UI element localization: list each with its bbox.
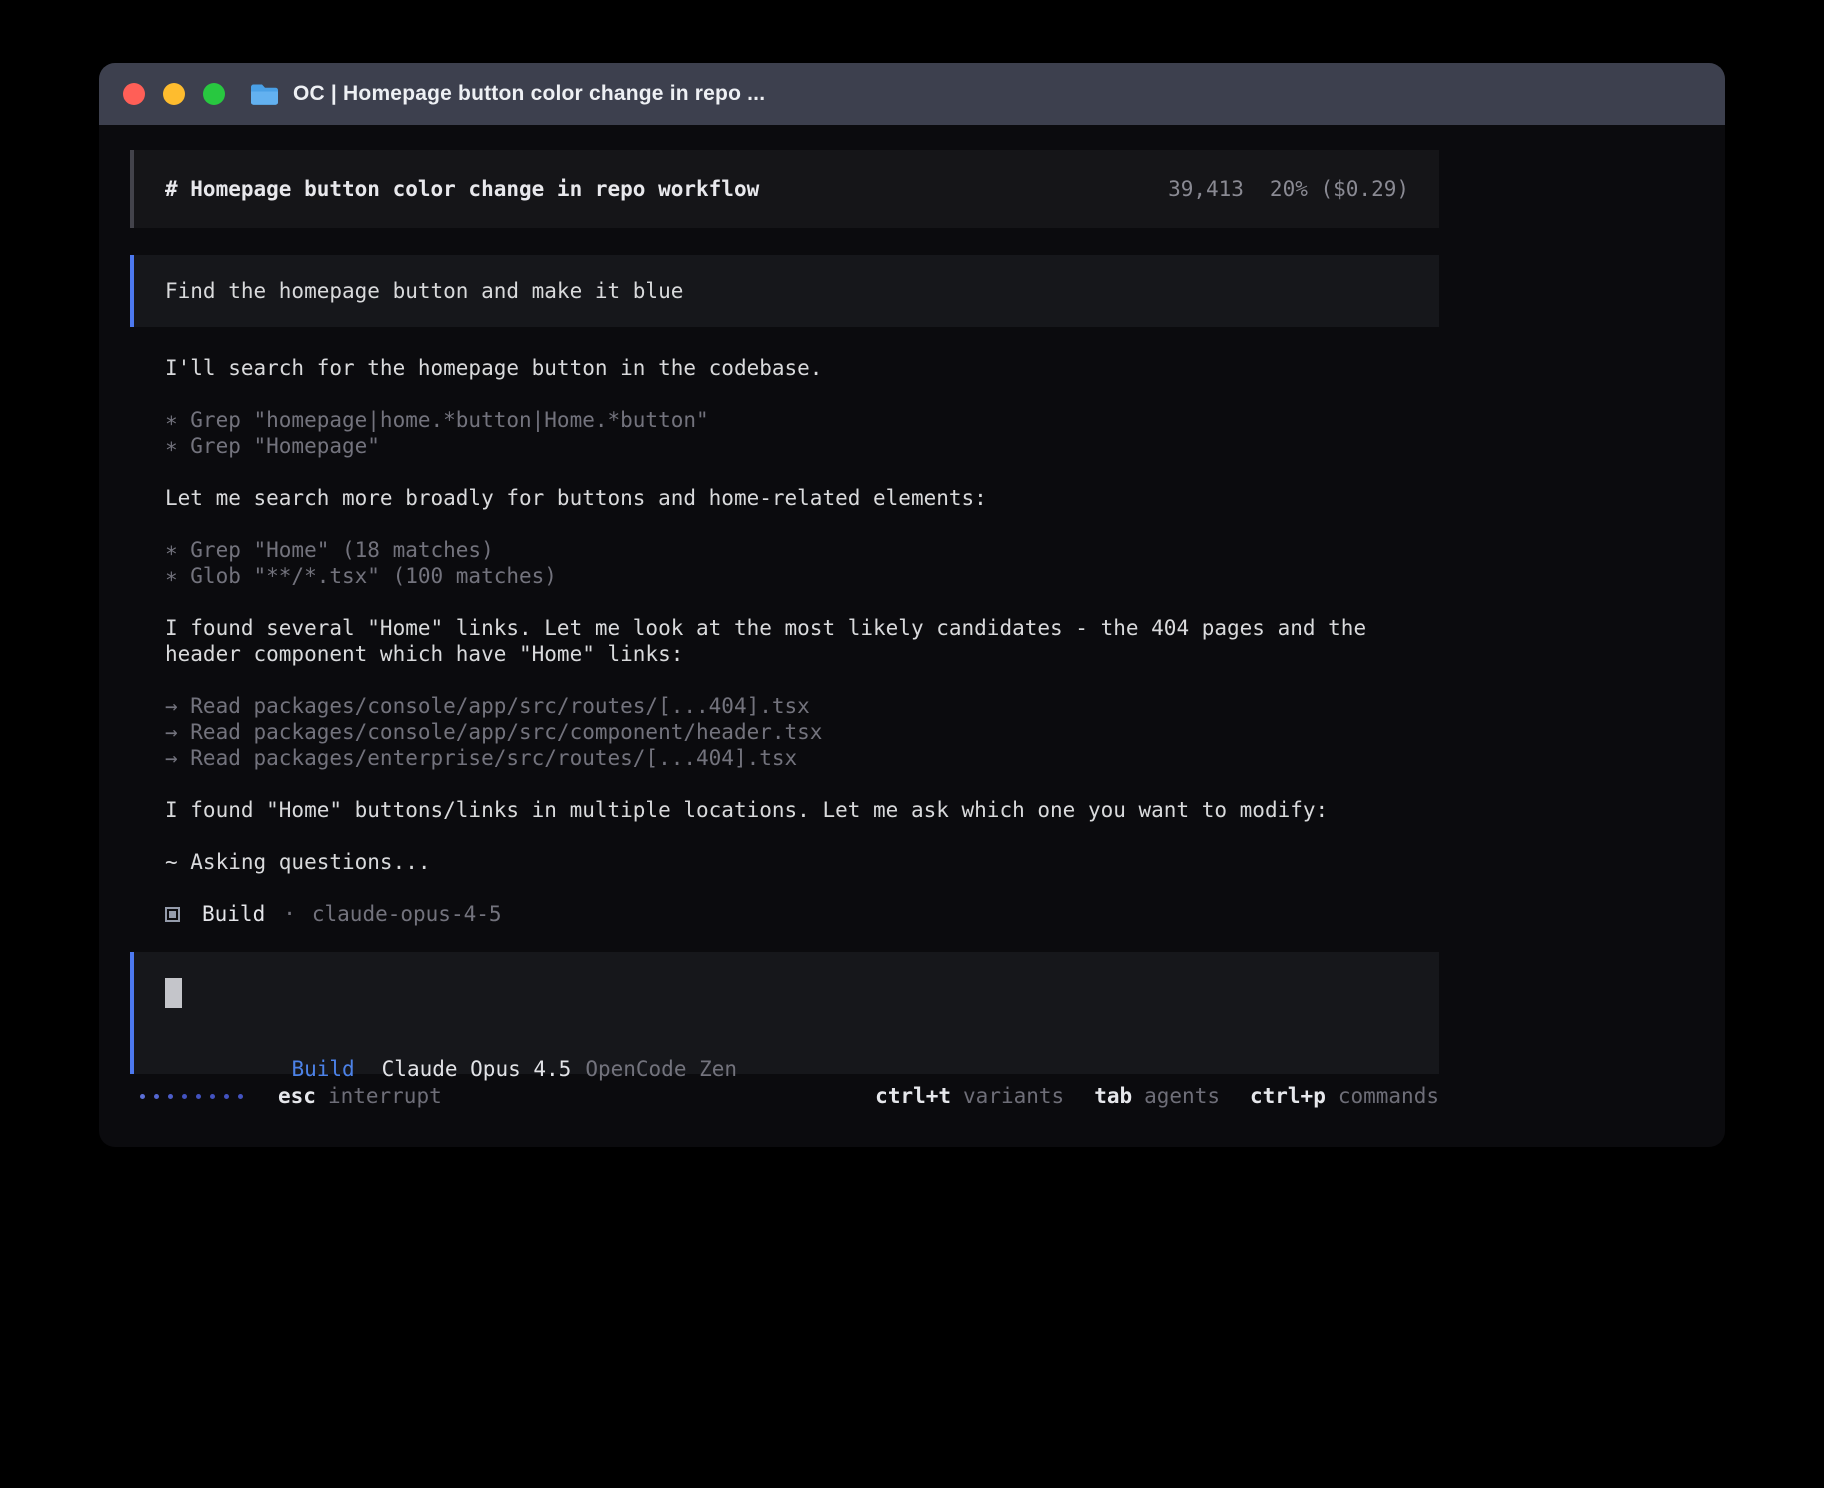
model-name[interactable]: Claude Opus 4.5 — [382, 1057, 572, 1081]
agent-separator: · — [283, 901, 296, 927]
tool-call-grep: ∗ Grep "Homepage" — [165, 433, 1439, 459]
tool-call-read: → Read packages/console/app/src/componen… — [165, 719, 1439, 745]
assistant-text: I'll search for the homepage button in t… — [165, 355, 1439, 381]
commands-label: commands — [1338, 1083, 1439, 1109]
titlebar[interactable]: OC | Homepage button color change in rep… — [99, 63, 1725, 125]
tool-call-read: → Read packages/enterprise/src/routes/[.… — [165, 745, 1439, 771]
agent-icon — [165, 907, 180, 922]
terminal-window: OC | Homepage button color change in rep… — [99, 63, 1725, 1147]
shortcut-agents[interactable]: tab agents — [1094, 1083, 1220, 1109]
tool-call-read: → Read packages/console/app/src/routes/[… — [165, 693, 1439, 719]
esc-key: esc — [278, 1083, 316, 1109]
agents-label: agents — [1144, 1083, 1220, 1109]
agent-status: Build · claude-opus-4-5 — [165, 901, 1439, 927]
interrupt-label: interrupt — [328, 1083, 442, 1109]
agent-name: Build — [202, 901, 265, 927]
user-message-text: Find the homepage button and make it blu… — [165, 278, 683, 304]
close-button[interactable] — [123, 83, 145, 105]
tool-call-grep: ∗ Grep "homepage|home.*button|Home.*butt… — [165, 407, 1439, 433]
model-provider: OpenCode Zen — [585, 1057, 737, 1081]
tool-call-glob: ∗ Glob "**/*.tsx" (100 matches) — [165, 563, 1439, 589]
window-controls — [123, 83, 225, 105]
session-title: # Homepage button color change in repo w… — [165, 176, 1168, 202]
maximize-button[interactable] — [203, 83, 225, 105]
folder-icon — [249, 82, 280, 107]
ctrl-p-key: ctrl+p — [1250, 1083, 1326, 1109]
window-title: OC | Homepage button color change in rep… — [293, 82, 765, 106]
session-header: # Homepage button color change in repo w… — [130, 150, 1439, 228]
agent-model: claude-opus-4-5 — [312, 901, 502, 927]
text-cursor — [165, 978, 182, 1008]
tab-key: tab — [1094, 1083, 1132, 1109]
conversation: I'll search for the homepage button in t… — [130, 327, 1439, 927]
context-usage: 20% ($0.29) — [1270, 176, 1409, 202]
prompt-input[interactable]: BuildClaude Opus 4.5OpenCode Zen — [130, 952, 1439, 1074]
assistant-text: I found several "Home" links. Let me loo… — [165, 615, 1439, 667]
assistant-text: I found "Home" buttons/links in multiple… — [165, 797, 1439, 823]
minimize-button[interactable] — [163, 83, 185, 105]
token-count: 39,413 — [1168, 176, 1244, 202]
user-message: Find the homepage button and make it blu… — [130, 255, 1439, 327]
asking-questions-status: ~ Asking questions... — [165, 849, 1439, 875]
shortcut-variants[interactable]: ctrl+t variants — [875, 1083, 1064, 1109]
assistant-text: Let me search more broadly for buttons a… — [165, 485, 1439, 511]
spinner-dots — [140, 1094, 245, 1099]
shortcut-commands[interactable]: ctrl+p commands — [1250, 1083, 1439, 1109]
session-stats: 39,413 20% ($0.29) — [1168, 176, 1409, 202]
terminal-content: # Homepage button color change in repo w… — [99, 125, 1725, 1109]
statusbar: esc interrupt ctrl+t variants tab agents… — [130, 1083, 1439, 1109]
agent-mode-label[interactable]: Build — [291, 1057, 354, 1081]
ctrl-t-key: ctrl+t — [875, 1083, 951, 1109]
statusbar-shortcuts: ctrl+t variants tab agents ctrl+p comman… — [875, 1083, 1439, 1109]
shortcut-interrupt[interactable]: esc interrupt — [278, 1083, 442, 1109]
variants-label: variants — [963, 1083, 1064, 1109]
tool-call-grep: ∗ Grep "Home" (18 matches) — [165, 537, 1439, 563]
